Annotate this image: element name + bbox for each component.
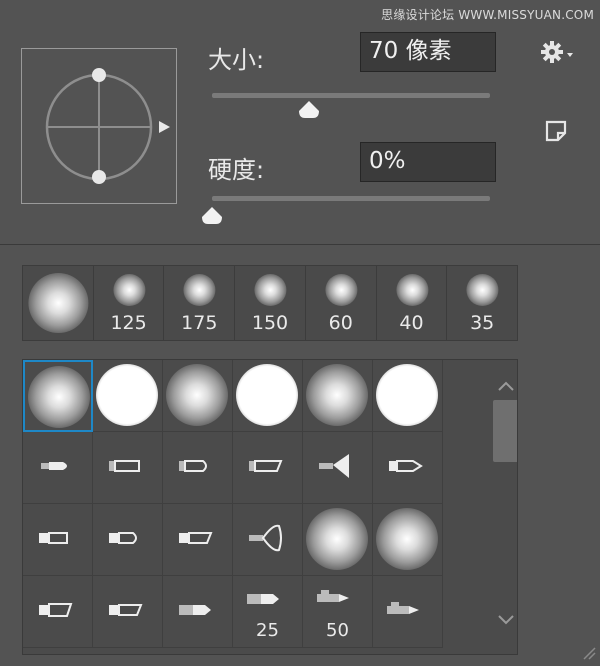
soft-brush-tip-icon <box>28 366 90 428</box>
brush-preset-cell[interactable] <box>373 504 443 576</box>
soft-brush-tip-icon <box>306 364 368 426</box>
hardness-slider-track[interactable] <box>212 196 490 201</box>
brush-tool-tip-icon <box>41 462 67 470</box>
recent-brush-item[interactable]: 35 <box>447 266 517 340</box>
brush-preset-cell[interactable] <box>93 504 163 576</box>
size-slider-track[interactable] <box>212 93 490 98</box>
recent-brush-item[interactable] <box>23 266 94 340</box>
section-divider <box>0 244 600 245</box>
brush-preset-cell[interactable] <box>93 432 163 504</box>
hard-brush-tip-icon <box>96 364 158 426</box>
hardness-slider-thumb[interactable] <box>200 206 224 226</box>
brush-preset-cell[interactable] <box>23 360 93 432</box>
recent-brush-size: 150 <box>251 312 289 334</box>
recent-brush-item[interactable]: 40 <box>377 266 448 340</box>
hard-brush-tip-icon <box>236 364 298 426</box>
recent-brush-item[interactable]: 150 <box>235 266 306 340</box>
size-input[interactable]: 70 像素 <box>360 32 496 72</box>
brush-tool-tip-icon <box>387 602 419 614</box>
recent-brush-item[interactable]: 60 <box>306 266 377 340</box>
brush-preset-cell[interactable]: 50 <box>303 576 373 648</box>
recent-brush-item[interactable]: 125 <box>94 266 165 340</box>
brush-tool-tip-icon <box>179 532 213 544</box>
brush-preset-cell[interactable] <box>93 360 163 432</box>
recent-brush-size: 175 <box>181 312 218 334</box>
brush-tool-tip-icon <box>39 603 73 617</box>
brush-preset-cell[interactable] <box>373 432 443 504</box>
brush-tool-tip-icon <box>319 454 349 478</box>
brush-preset-size: 50 <box>326 620 349 641</box>
scrollbar[interactable] <box>493 360 518 654</box>
soft-brush-tip-icon <box>306 508 368 570</box>
brush-tip-preview[interactable] <box>21 48 177 204</box>
brush-preset-cell[interactable] <box>163 576 233 648</box>
scrollbar-thumb[interactable] <box>493 400 517 462</box>
brush-preset-cell[interactable] <box>93 576 163 648</box>
brush-preset-cell[interactable] <box>23 432 93 504</box>
recent-brush-size: 60 <box>328 312 353 334</box>
brush-preset-cell[interactable] <box>163 432 233 504</box>
brush-tool-tip-icon <box>249 524 282 552</box>
brush-tool-tip-icon <box>39 532 68 544</box>
watermark: 思缘设计论坛 WWW.MISSYUAN.COM <box>381 8 594 22</box>
brush-preset-cell[interactable] <box>233 504 303 576</box>
brush-tool-tip-icon <box>179 605 211 615</box>
soft-brush-tip-icon <box>376 508 438 570</box>
size-slider-thumb[interactable] <box>297 100 321 120</box>
brush-preset-cell[interactable] <box>233 360 303 432</box>
gear-icon[interactable] <box>540 40 580 64</box>
recent-brush-size: 40 <box>399 312 424 334</box>
new-preset-icon[interactable] <box>543 118 569 144</box>
brush-preset-grid: 25 50 <box>22 359 518 655</box>
brush-tool-tip-icon <box>179 460 207 472</box>
recent-brush-size: 35 <box>470 312 495 334</box>
brush-tool-tip-icon <box>109 532 137 544</box>
brush-preset-cell[interactable] <box>303 360 373 432</box>
brush-tool-tip-icon <box>249 460 283 472</box>
brush-preset-cell[interactable] <box>373 360 443 432</box>
soft-brush-tip-icon <box>166 364 228 426</box>
hard-brush-tip-icon <box>376 364 438 426</box>
brush-preset-cell[interactable]: 25 <box>233 576 303 648</box>
brush-tool-tip-icon <box>109 460 140 472</box>
brush-settings-panel: 思缘设计论坛 WWW.MISSYUAN.COM 大小: 70 像素 硬度: 0% <box>0 0 600 244</box>
brush-preset-cell[interactable] <box>373 576 443 648</box>
recent-brushes-row: 125 175 150 60 40 35 <box>22 265 518 341</box>
brush-preset-cell[interactable] <box>23 576 93 648</box>
brush-preset-cell[interactable] <box>163 504 233 576</box>
hardness-label: 硬度: <box>208 156 265 184</box>
brush-preset-cell[interactable] <box>303 504 373 576</box>
brush-preset-cell[interactable] <box>163 360 233 432</box>
brush-preset-cell[interactable] <box>233 432 303 504</box>
brush-tool-tip-icon <box>389 460 423 472</box>
resize-grip-icon[interactable] <box>582 646 596 660</box>
brush-preset-size: 25 <box>256 620 279 641</box>
hardness-input[interactable]: 0% <box>360 142 496 182</box>
recent-brush-size: 125 <box>110 312 147 334</box>
chevron-up-icon[interactable] <box>493 376 518 396</box>
recent-brush-item[interactable]: 175 <box>164 266 236 340</box>
chevron-down-icon[interactable] <box>493 610 518 630</box>
size-label: 大小: <box>208 46 265 74</box>
soft-brush-tip-icon <box>28 273 89 333</box>
brush-tool-tip-icon <box>109 604 143 616</box>
brush-preset-cell[interactable] <box>23 504 93 576</box>
brush-preset-cell[interactable] <box>303 432 373 504</box>
